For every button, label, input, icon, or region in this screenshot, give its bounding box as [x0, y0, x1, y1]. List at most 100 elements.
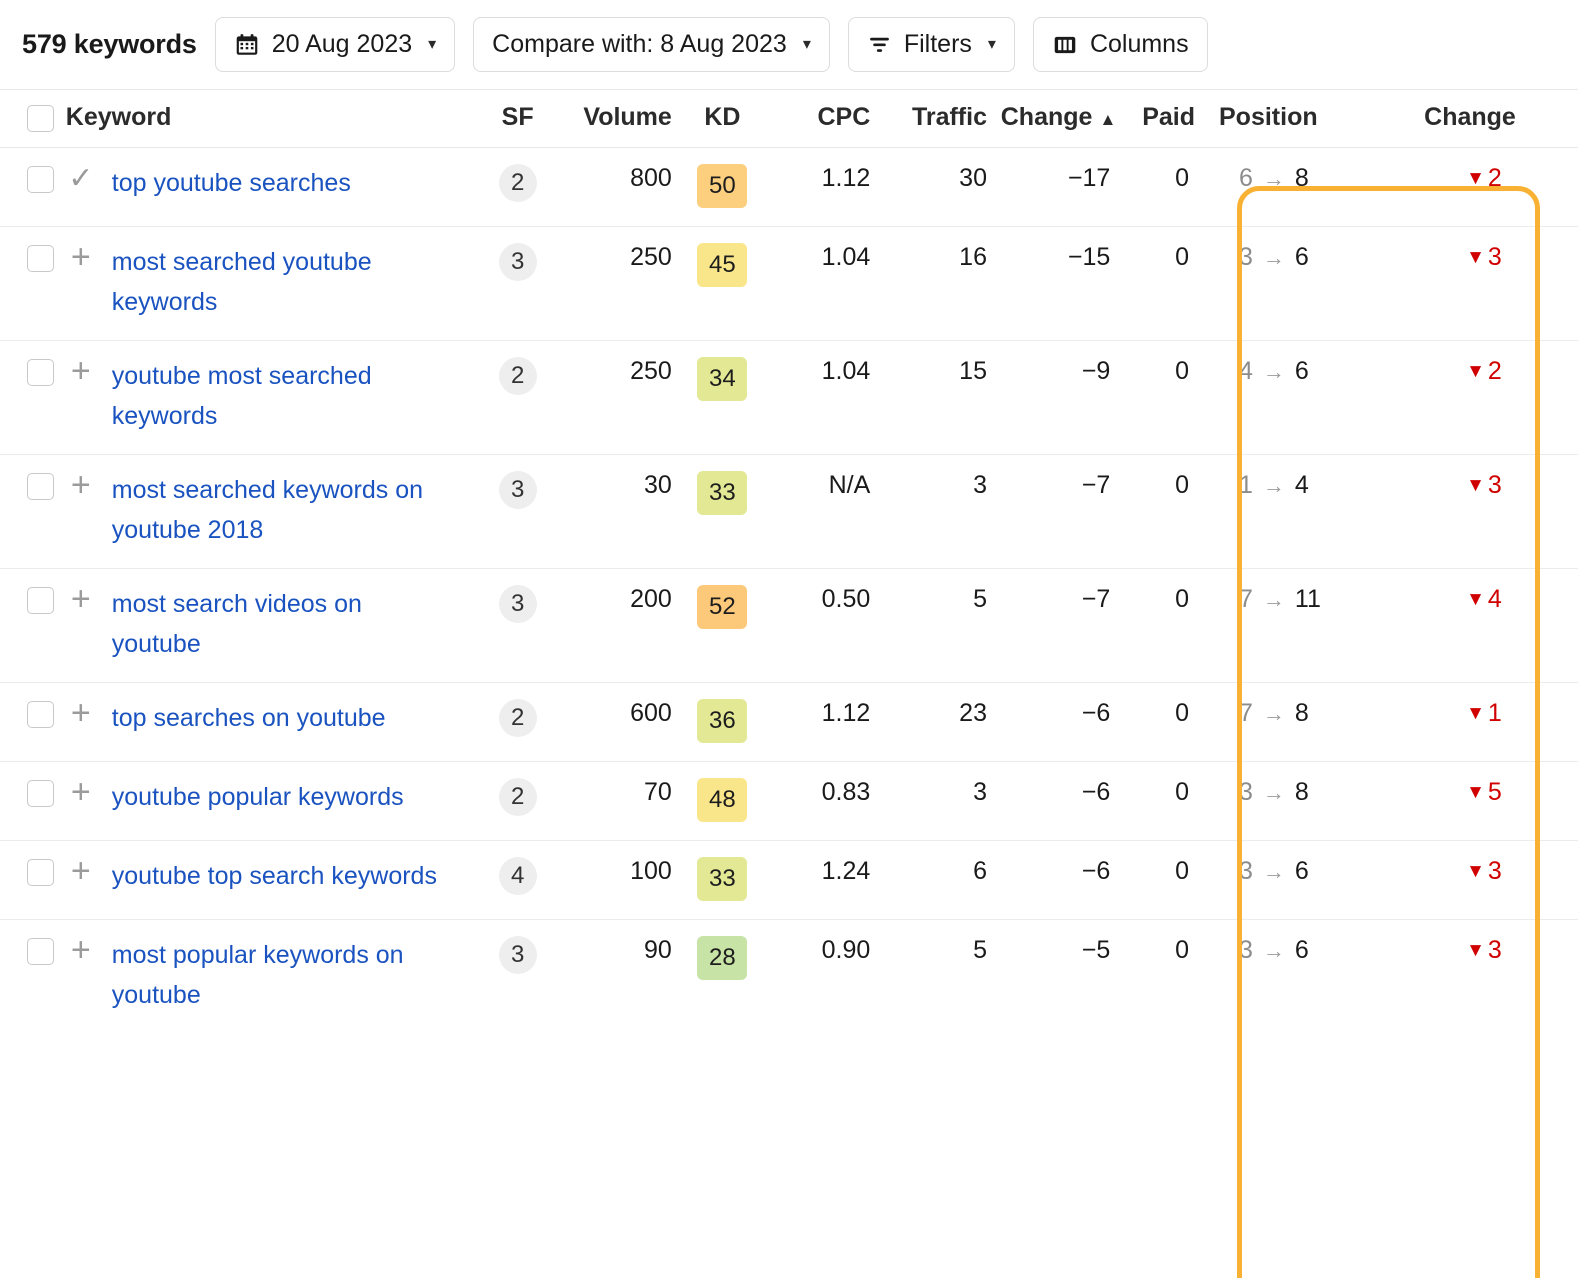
position-change-value: ▼ 3 — [1466, 471, 1502, 499]
column-header-cpc[interactable]: CPC — [766, 89, 879, 148]
table-row[interactable]: ✓ top youtube searches 2 800 50 1.12 30 −17 0 6 → 8… — [0, 147, 1578, 227]
position-change-number: 3 — [1487, 857, 1502, 885]
plus-icon[interactable]: + — [66, 466, 96, 504]
position-change-number: 4 — [1487, 585, 1502, 613]
position-cell: 6 → 8 — [1205, 147, 1375, 227]
table-row[interactable]: + most popular keywords on youtube 3 90 28 0.… — [0, 919, 1578, 1033]
table-row[interactable]: + top searches on youtube 2 600 36 1.12 23 −6 0 7… — [0, 682, 1578, 762]
position-previous: 6 — [1239, 164, 1253, 192]
keyword-link[interactable]: most popular keywords on youtube — [112, 936, 442, 1015]
kd-cell: 28 — [677, 919, 767, 1033]
keyword-link[interactable]: most searched keywords on youtube 2018 — [112, 471, 442, 550]
keyword-cell: ✓ top youtube searches — [65, 147, 480, 227]
traffic-cell: 15 — [878, 340, 995, 455]
plus-icon[interactable]: + — [66, 580, 96, 618]
plus-icon[interactable]: + — [66, 694, 96, 732]
position-current: 6 — [1294, 357, 1309, 385]
row-checkbox[interactable] — [27, 472, 54, 500]
date-picker-button[interactable]: 20 Aug 2023 ▾ — [214, 17, 456, 72]
row-select-cell — [0, 761, 66, 841]
position-cell: 3 → 8 — [1205, 761, 1375, 841]
table-row[interactable]: + most searched keywords on youtube 2018 3… — [0, 454, 1578, 569]
select-all-checkbox[interactable] — [27, 104, 54, 132]
traffic-change-cell: −9 — [994, 340, 1123, 455]
row-checkbox[interactable] — [27, 165, 54, 193]
column-header-sf[interactable]: SF — [479, 89, 556, 148]
arrow-right-icon: → — [1262, 587, 1285, 612]
columns-button[interactable]: Columns — [1032, 17, 1208, 72]
kd-cell: 50 — [677, 147, 767, 227]
row-select-cell — [0, 147, 66, 227]
table-row[interactable]: + youtube top search keywords 4 100 33 1.24 6−… — [0, 840, 1578, 920]
row-checkbox[interactable] — [27, 586, 54, 614]
plus-icon[interactable]: + — [66, 773, 96, 811]
column-header-position-change[interactable]: Change — [1374, 89, 1534, 148]
keyword-link[interactable]: most search videos on youtube — [112, 585, 442, 664]
plus-icon[interactable]: + — [66, 238, 96, 276]
volume-cell: 250 — [555, 226, 678, 341]
table-row[interactable]: + most search videos on youtube 3 200 52 0.50… — [0, 568, 1578, 683]
arrow-right-icon: → — [1262, 938, 1285, 963]
keyword-link[interactable]: youtube top search keywords — [112, 857, 437, 897]
traffic-cell: 3 — [878, 761, 995, 841]
column-header-paid[interactable]: Paid — [1122, 89, 1205, 148]
row-checkbox[interactable] — [27, 358, 54, 386]
row-spacer-cell — [1533, 454, 1578, 569]
kd-badge: 36 — [697, 699, 748, 743]
position-current: 4 — [1294, 471, 1309, 499]
traffic-change-cell: −17 — [994, 147, 1123, 227]
row-checkbox[interactable] — [27, 244, 54, 272]
column-header-volume[interactable]: Volume — [555, 89, 678, 148]
traffic-cell: 16 — [878, 226, 995, 341]
keyword-link[interactable]: youtube most searched keywords — [112, 357, 442, 436]
filters-button[interactable]: Filters ▾ — [847, 17, 1015, 72]
column-header-position[interactable]: Position — [1205, 89, 1375, 148]
sf-cell: 2 — [479, 682, 556, 762]
position-previous: 3 — [1239, 857, 1253, 885]
column-header-keyword[interactable]: Keyword — [65, 89, 480, 148]
column-header-change[interactable]: Change ▲ — [994, 89, 1123, 148]
position-cell: 3 → 6 — [1205, 919, 1375, 1033]
row-checkbox[interactable] — [27, 858, 54, 886]
sf-cell: 3 — [479, 226, 556, 341]
position-change-value: ▼ 3 — [1466, 857, 1502, 885]
position-change-cell: ▼ 2 — [1374, 340, 1534, 455]
plus-icon[interactable]: + — [66, 931, 96, 969]
column-header-kd[interactable]: KD — [677, 89, 767, 148]
filter-icon — [867, 32, 892, 57]
row-checkbox[interactable] — [27, 937, 54, 965]
kd-badge: 52 — [697, 585, 748, 629]
traffic-change-cell: −6 — [994, 682, 1123, 762]
keyword-link[interactable]: most searched youtube keywords — [112, 243, 442, 322]
row-checkbox[interactable] — [27, 700, 54, 728]
table-row[interactable]: + youtube popular keywords 2 70 48 0.83 3 −6 0 3 →… — [0, 761, 1578, 841]
keywords-table-container: Keyword SF Volume KD CPC Traffic Change ▲… — [0, 89, 1578, 1278]
column-header-traffic[interactable]: Traffic — [878, 89, 995, 148]
position-previous: 3 — [1239, 778, 1253, 806]
arrow-right-icon: → — [1262, 859, 1285, 884]
sf-cell: 3 — [479, 454, 556, 569]
triangle-down-icon: ▼ — [1466, 703, 1485, 724]
keyword-link[interactable]: youtube popular keywords — [112, 778, 404, 818]
cpc-cell: 1.04 — [766, 226, 879, 341]
row-checkbox[interactable] — [27, 779, 54, 807]
triangle-down-icon: ▼ — [1466, 782, 1485, 803]
traffic-change-cell: −6 — [994, 761, 1123, 841]
traffic-cell: 5 — [878, 919, 995, 1033]
paid-cell: 0 — [1122, 568, 1205, 683]
kd-cell: 45 — [677, 226, 767, 341]
sf-badge: 2 — [498, 699, 537, 737]
kd-badge: 50 — [697, 164, 748, 208]
column-header-change-label: Change — [1000, 103, 1093, 131]
sf-cell: 4 — [479, 840, 556, 920]
plus-icon[interactable]: + — [66, 352, 96, 390]
plus-icon[interactable]: + — [66, 852, 96, 890]
table-row[interactable]: + youtube most searched keywords 2 250 34 1.0… — [0, 340, 1578, 455]
keyword-link[interactable]: top youtube searches — [112, 164, 351, 204]
chevron-down-icon: ▾ — [428, 35, 437, 53]
keyword-link[interactable]: top searches on youtube — [112, 699, 386, 739]
position-previous: 3 — [1239, 243, 1253, 271]
compare-with-button[interactable]: Compare with: 8 Aug 2023 ▾ — [473, 17, 830, 72]
check-icon[interactable]: ✓ — [66, 162, 96, 195]
table-row[interactable]: + most searched youtube keywords 3 250 45 1.0… — [0, 226, 1578, 341]
